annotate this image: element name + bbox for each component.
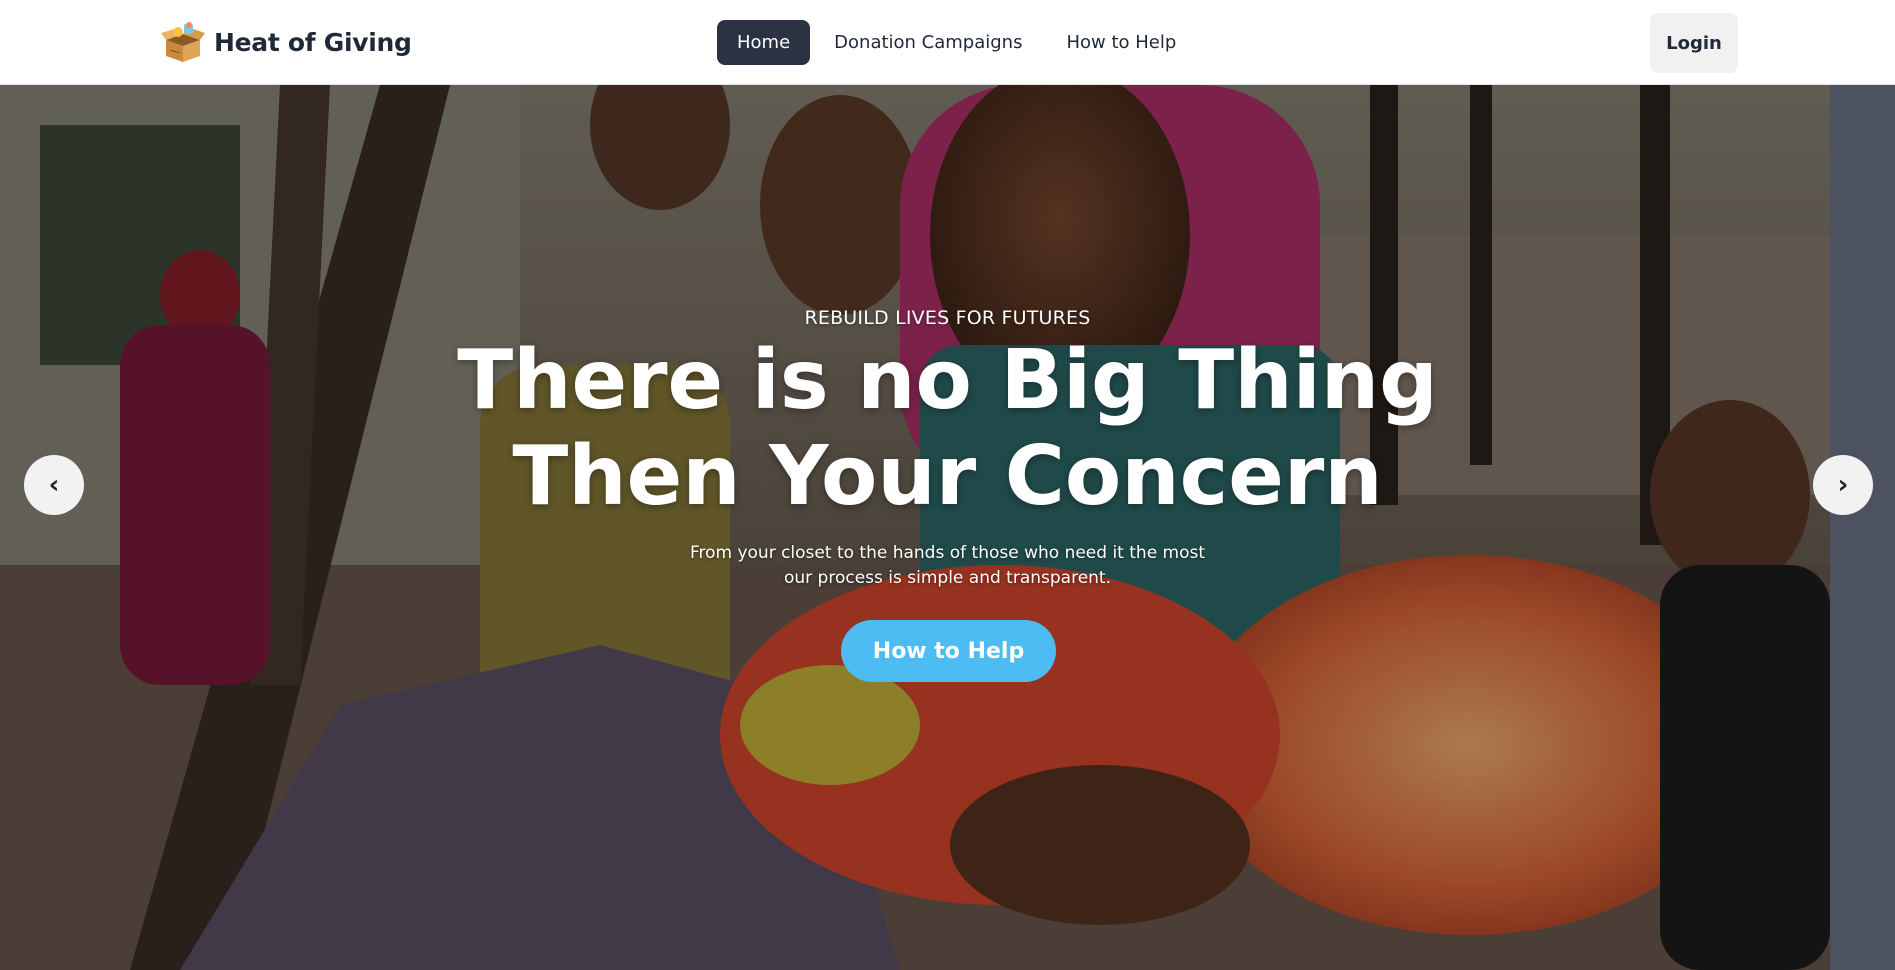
brand-name: Heat of Giving	[214, 27, 412, 57]
chevron-left-icon: ‹	[48, 470, 60, 500]
nav-item-donation-campaigns[interactable]: Donation Campaigns	[814, 20, 1042, 65]
navbar: Heat of Giving Home Donation Campaigns H…	[0, 0, 1895, 85]
donation-box-icon	[161, 22, 205, 62]
nav-item-home[interactable]: Home	[717, 20, 811, 65]
hero-subtext: From your closet to the hands of those w…	[0, 541, 1895, 591]
how-to-help-button[interactable]: How to Help	[841, 620, 1056, 682]
hero-eyebrow: REBUILD LIVES FOR FUTURES	[804, 307, 1091, 329]
hero-subtext-line1: From your closet to the hands of those w…	[689, 543, 1206, 563]
nav-item-how-to-help[interactable]: How to Help	[1046, 20, 1196, 65]
hero-headline: There is no Big Thing Then Your Concern	[0, 333, 1895, 525]
hero-carousel: REBUILD LIVES FOR FUTURES There is no Bi…	[0, 85, 1895, 970]
login-button[interactable]: Login	[1650, 13, 1738, 73]
hero-headline-line1: There is no Big Thing	[457, 333, 1438, 428]
chevron-right-icon: ›	[1837, 470, 1849, 500]
main-nav: Home Donation Campaigns How to Help	[717, 20, 1196, 65]
hero-headline-line2: Then Your Concern	[512, 429, 1383, 524]
carousel-next-button[interactable]: ›	[1813, 455, 1873, 515]
hero-content: REBUILD LIVES FOR FUTURES There is no Bi…	[0, 85, 1895, 970]
brand-link[interactable]: Heat of Giving	[160, 20, 412, 64]
hero-subtext-line2: our process is simple and transparent.	[783, 568, 1112, 588]
carousel-prev-button[interactable]: ‹	[24, 455, 84, 515]
